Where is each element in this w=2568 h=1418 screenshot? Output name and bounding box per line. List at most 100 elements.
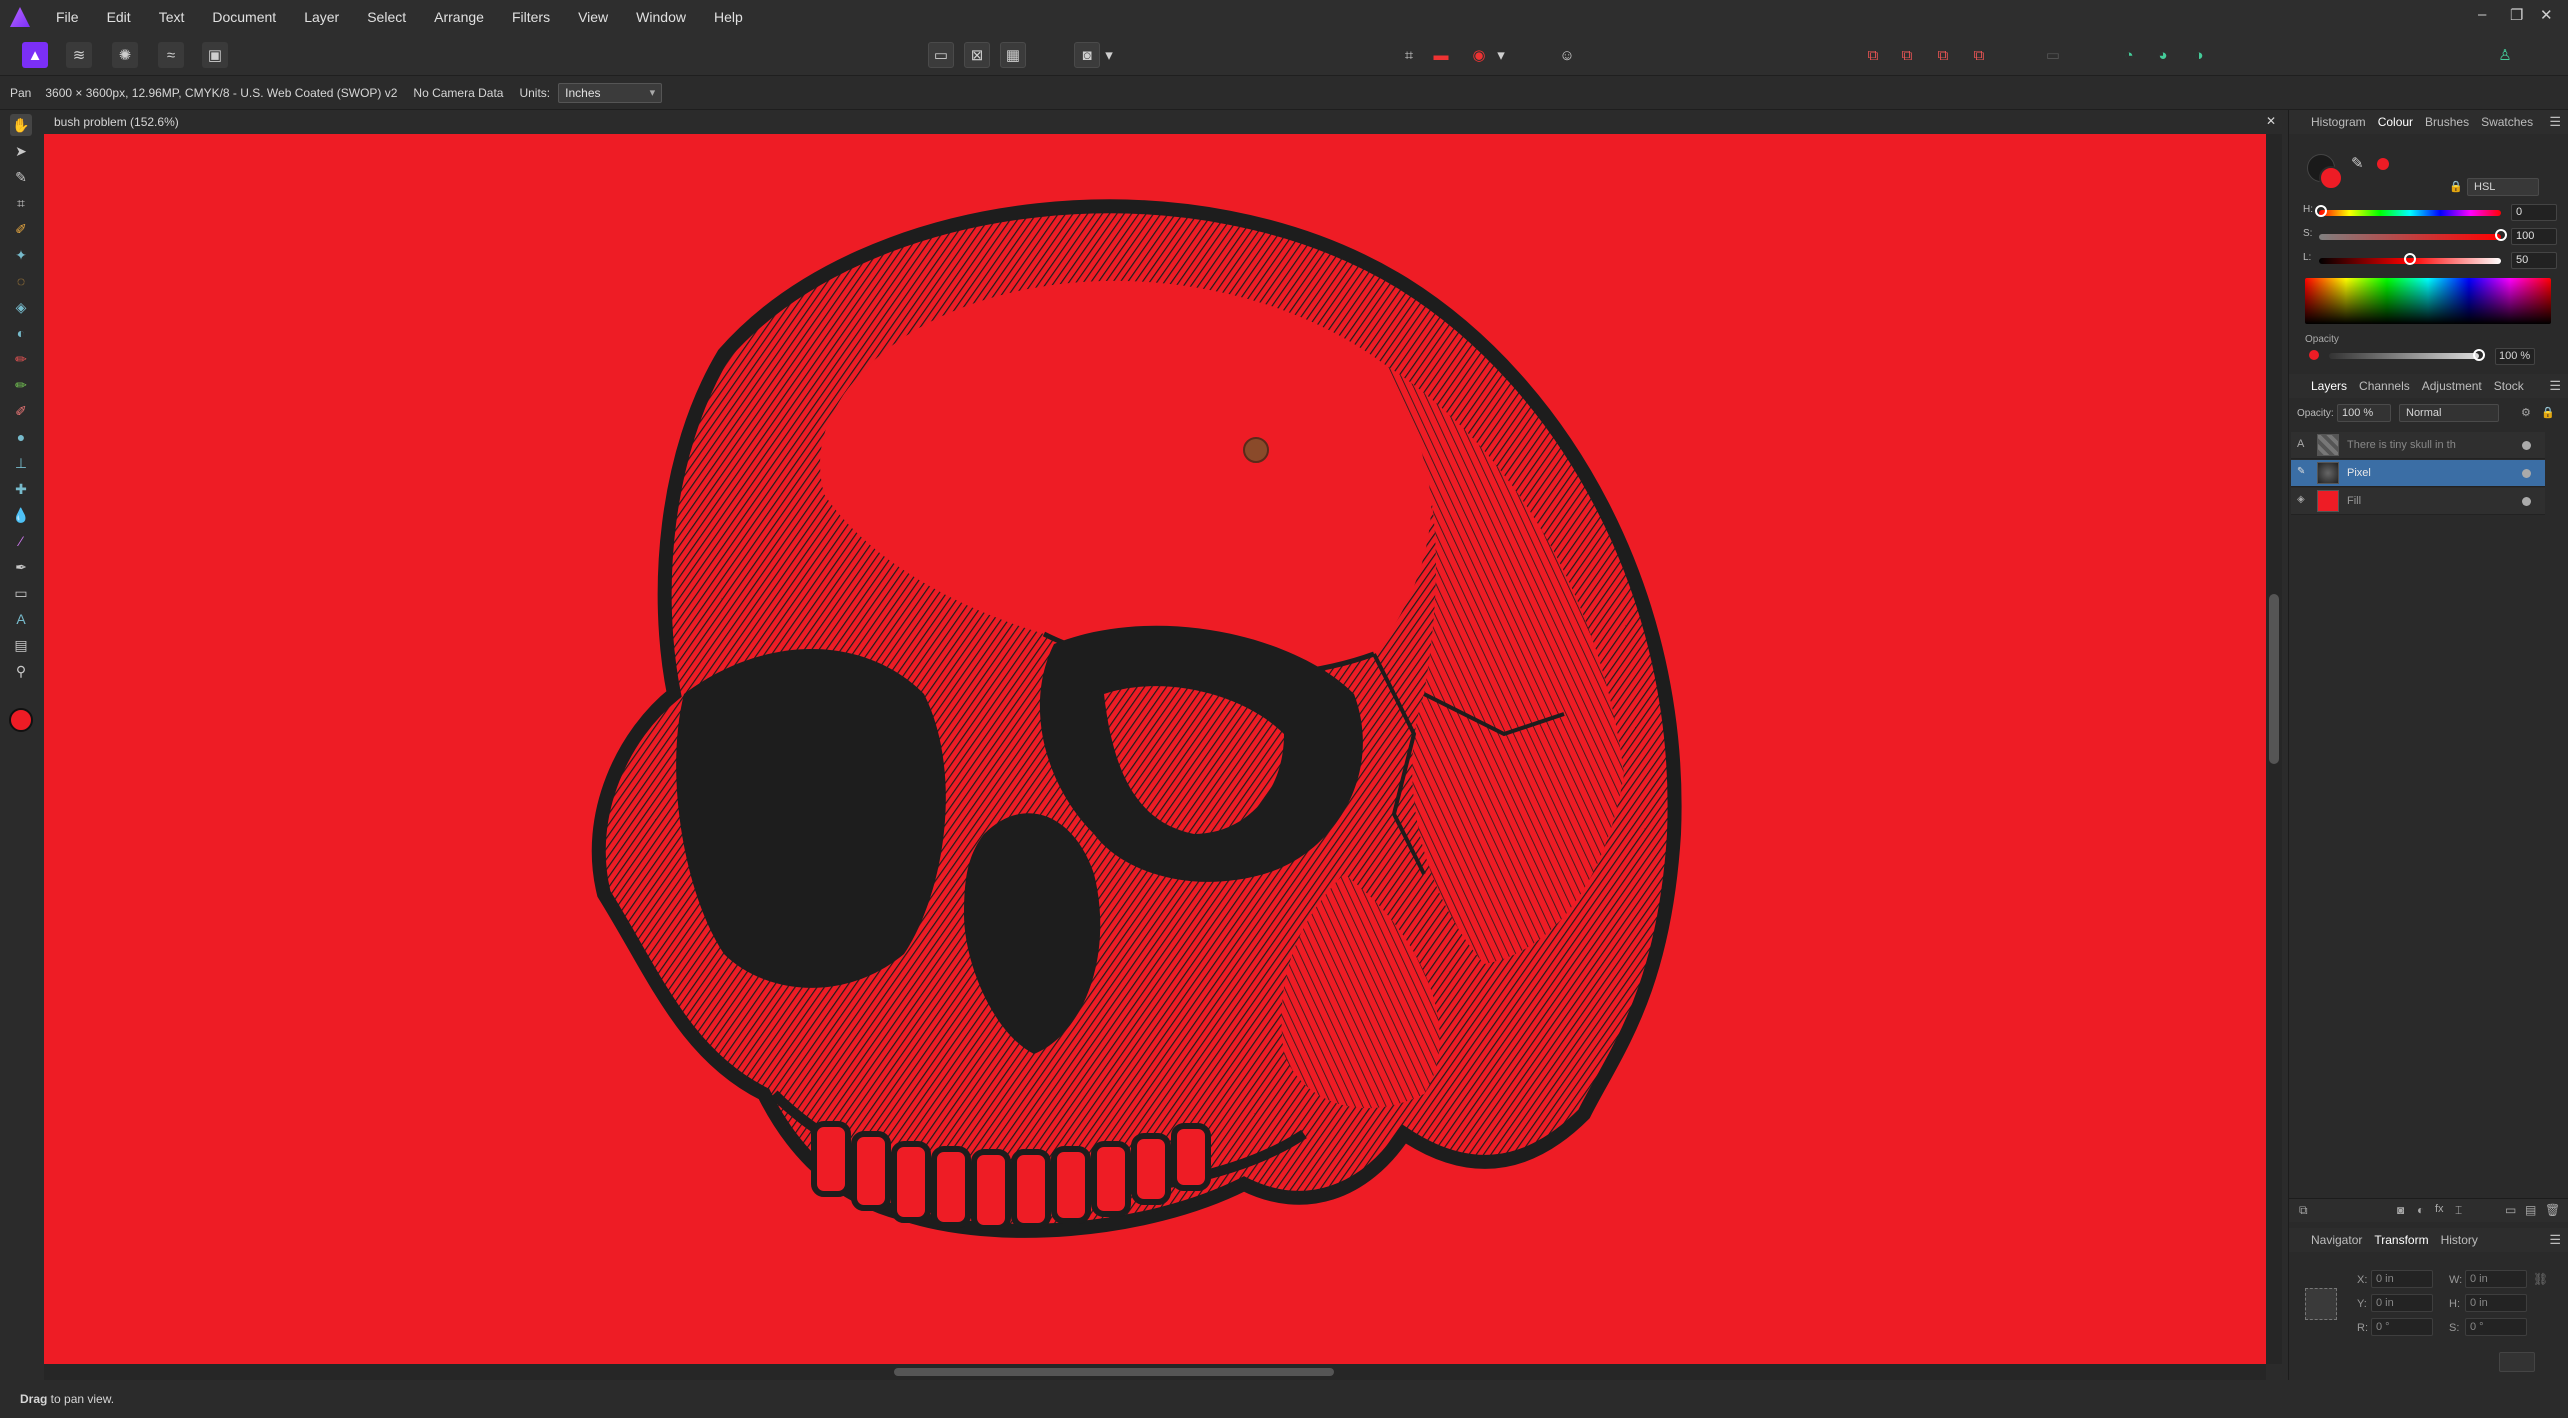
rectangle-tool-icon[interactable]: ▭ — [10, 582, 32, 604]
add-group-icon[interactable]: ▭ — [2505, 1203, 2516, 1217]
tab-histogram[interactable]: Histogram — [2311, 115, 2366, 129]
color-picker-tool-icon[interactable]: ✎ — [10, 166, 32, 188]
move-tool-icon[interactable]: ➤ — [10, 140, 32, 162]
arrange-back-icon[interactable]: ⧉ — [1860, 42, 1886, 68]
clone-tool-icon[interactable]: ⊥ — [10, 452, 32, 474]
color-well[interactable] — [9, 708, 33, 732]
blur-tool-icon[interactable]: 💧 — [10, 504, 32, 526]
menu-select[interactable]: Select — [367, 9, 406, 25]
healing-brush-tool-icon[interactable]: ✚ — [10, 478, 32, 500]
menu-arrange[interactable]: Arrange — [434, 9, 484, 25]
layers-panel-menu-icon[interactable]: ☰ — [2549, 378, 2561, 394]
live-filter-icon[interactable]: fx — [2435, 1203, 2444, 1215]
opacity-slider-knob[interactable] — [2473, 349, 2485, 361]
snapping-icon[interactable]: ⌗ — [1396, 42, 1422, 68]
menu-view[interactable]: View — [578, 9, 608, 25]
develop-persona-icon[interactable]: ✺ — [112, 42, 138, 68]
selection-brush-tool-icon[interactable]: ✐ — [10, 218, 32, 240]
layer-lock-icon[interactable]: 🔒 — [2541, 406, 2555, 419]
pixel-tool-icon[interactable]: ✏ — [10, 374, 32, 396]
arrange-backward-icon[interactable]: ⧉ — [1894, 42, 1920, 68]
menu-window[interactable]: Window — [636, 9, 686, 25]
layer-visibility-toggle[interactable] — [2522, 497, 2531, 506]
layer-visibility-toggle[interactable] — [2522, 469, 2531, 478]
fill-colour-well[interactable] — [2319, 166, 2343, 190]
units-select[interactable]: Inches — [558, 82, 663, 103]
horizontal-scrollbar[interactable] — [44, 1364, 2266, 1380]
opacity-slider[interactable] — [2329, 353, 2479, 359]
colour-spectrum[interactable] — [2305, 278, 2551, 324]
layer-settings-icon[interactable]: ⚙ — [2521, 406, 2531, 419]
menu-help[interactable]: Help — [714, 9, 743, 25]
menu-edit[interactable]: Edit — [107, 9, 131, 25]
tab-brushes[interactable]: Brushes — [2425, 115, 2469, 129]
flood-select-tool-icon[interactable]: ✦ — [10, 244, 32, 266]
flood-fill-tool-icon[interactable]: ◈ — [10, 296, 32, 318]
text-tool-icon[interactable]: A — [10, 608, 32, 630]
hue-value-field[interactable]: 0 — [2511, 204, 2557, 221]
opacity-value-field[interactable]: 100 % — [2495, 348, 2535, 365]
tab-adjustment[interactable]: Adjustment — [2422, 379, 2482, 393]
tab-swatches[interactable]: Swatches — [2481, 115, 2533, 129]
invert-selection-icon[interactable]: ▦ — [1000, 42, 1026, 68]
y-field[interactable]: 0 in — [2371, 1294, 2433, 1312]
layer-opacity-field[interactable]: 100 % — [2337, 404, 2391, 422]
tab-channels[interactable]: Channels — [2359, 379, 2410, 393]
arrange-forward-icon[interactable]: ⧉ — [1930, 42, 1956, 68]
hue-slider-knob[interactable] — [2315, 205, 2327, 217]
insert-target-icon[interactable]: ▭ — [2040, 42, 2066, 68]
saturation-slider[interactable] — [2319, 234, 2501, 240]
adjustment-layer-icon[interactable]: ◐ — [2417, 1203, 2424, 1217]
layer-row[interactable]: ◈ Fill — [2291, 488, 2545, 515]
horizontal-scroll-thumb[interactable] — [894, 1368, 1334, 1376]
tab-stock[interactable]: Stock — [2494, 379, 2524, 393]
liquify-persona-icon[interactable]: ≋ — [66, 42, 92, 68]
arrange-front-icon[interactable]: ⧉ — [1966, 42, 1992, 68]
tab-transform[interactable]: Transform — [2374, 1233, 2428, 1247]
tone-mapping-persona-icon[interactable]: ≈ — [158, 42, 184, 68]
menu-document[interactable]: Document — [212, 9, 276, 25]
account-icon[interactable]: ♙ — [2492, 42, 2518, 68]
minimize-button[interactable]: – — [2478, 6, 2486, 23]
lightness-value-field[interactable]: 50 — [2511, 252, 2557, 269]
layer-options-icon[interactable]: ⧉ — [2299, 1203, 2308, 1218]
menu-text[interactable]: Text — [159, 9, 185, 25]
colour-mode-select[interactable]: HSL — [2467, 178, 2539, 196]
hue-slider[interactable] — [2319, 210, 2501, 216]
marquee-tool-icon[interactable]: ◌ — [10, 270, 32, 292]
pen-tool-icon[interactable]: ✒ — [10, 556, 32, 578]
menu-file[interactable]: File — [56, 9, 79, 25]
rotation-field[interactable]: 0 ° — [2371, 1318, 2433, 1336]
mesh-warp-tool-icon[interactable]: ▤ — [10, 634, 32, 656]
alignment-icon[interactable]: ◉ — [1466, 42, 1492, 68]
menu-filters[interactable]: Filters — [512, 9, 550, 25]
vertical-scroll-thumb[interactable] — [2269, 594, 2279, 764]
layer-visibility-toggle[interactable] — [2522, 441, 2531, 450]
layer-row[interactable]: ✎ Pixel — [2291, 460, 2545, 487]
h-field[interactable]: 0 in — [2465, 1294, 2527, 1312]
anchor-point-icon[interactable] — [2305, 1288, 2337, 1320]
picked-colour-swatch[interactable] — [2377, 158, 2389, 170]
aspect-lock-icon[interactable]: ⛓ — [2533, 1272, 2548, 1286]
export-persona-icon[interactable]: ▣ — [202, 42, 228, 68]
eyedropper-icon[interactable]: ✎ — [2351, 154, 2364, 172]
add-pixel-layer-icon[interactable]: ◔ — [2116, 42, 2142, 68]
blend-mode-select[interactable]: Normal — [2399, 404, 2499, 422]
dodge-tool-icon[interactable]: ● — [10, 426, 32, 448]
layer-row[interactable]: A There is tiny skull in th — [2291, 432, 2545, 459]
red-eye-tool-icon[interactable]: ⁄ — [10, 530, 32, 552]
x-field[interactable]: 0 in — [2371, 1270, 2433, 1288]
close-window-button[interactable]: ✕ — [2540, 6, 2553, 24]
add-layer-icon[interactable]: ▤ — [2525, 1203, 2536, 1217]
lightness-slider-knob[interactable] — [2404, 253, 2416, 265]
crop-tool-icon[interactable]: ⌗ — [10, 192, 32, 214]
assistant-manager-icon[interactable]: ☺ — [1554, 42, 1580, 68]
document-tab[interactable]: bush problem (152.6%) ✕ — [44, 110, 2282, 134]
tab-colour[interactable]: Colour — [2378, 115, 2413, 129]
saturation-slider-knob[interactable] — [2495, 229, 2507, 241]
delete-layer-icon[interactable]: 🗑 — [2545, 1203, 2560, 1217]
vertical-scrollbar[interactable] — [2266, 134, 2282, 1364]
selection-mode-icon[interactable]: ▭ — [928, 42, 954, 68]
transform-options-button[interactable] — [2499, 1352, 2535, 1372]
menu-layer[interactable]: Layer — [304, 9, 339, 25]
